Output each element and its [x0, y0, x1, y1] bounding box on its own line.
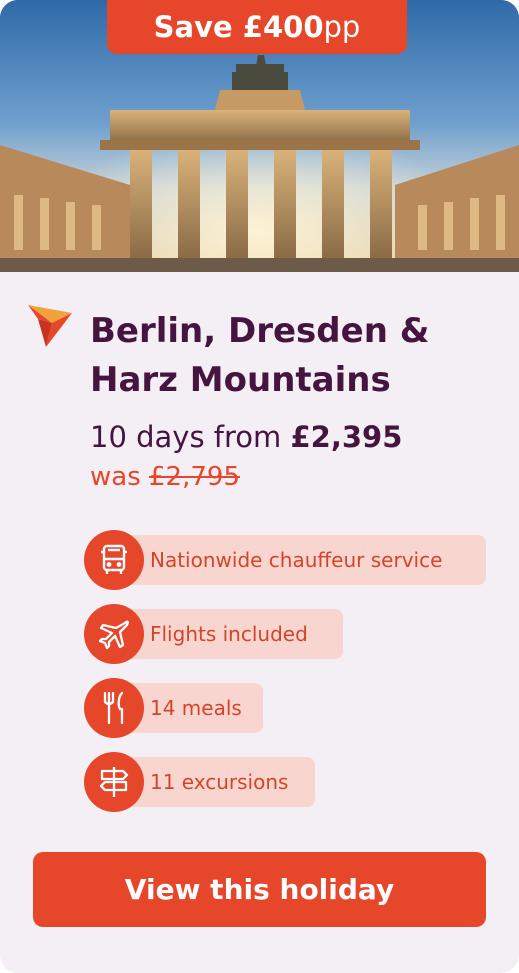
bus-icon [84, 530, 144, 590]
holiday-title-line-2: Harz Mountains [90, 360, 391, 400]
holiday-card[interactable]: Save £400 pp Berlin, Dresden & Harz Mount… [0, 0, 519, 973]
brand-logo-icon [28, 305, 72, 347]
was-price-line: was £2,795 [90, 462, 240, 492]
save-amount: Save £400 [153, 10, 324, 44]
old-price: £2,795 [149, 462, 240, 492]
signpost-icon [84, 752, 144, 812]
feature-label: Nationwide chauffeur service [150, 548, 443, 572]
price-line: 10 days from £2,395 [90, 420, 402, 454]
feature-label: 14 meals [150, 696, 242, 720]
feature-meals: 14 meals [84, 678, 264, 738]
feature-label: 11 excursions [150, 770, 289, 794]
plane-icon [84, 604, 144, 664]
cutlery-icon [84, 678, 144, 738]
save-badge: Save £400 pp [107, 0, 407, 54]
feature-label: Flights included [150, 622, 308, 646]
feature-excursions: 11 excursions [84, 752, 316, 812]
save-suffix: pp [323, 10, 361, 44]
holiday-title-line-1: Berlin, Dresden & [90, 311, 430, 351]
view-holiday-button[interactable]: View this holiday [33, 852, 486, 927]
was-label: was [90, 462, 141, 492]
holiday-title[interactable]: Berlin, Dresden & Harz Mountains [90, 307, 500, 405]
current-price: £2,395 [290, 420, 403, 454]
duration-text: 10 days from [90, 420, 282, 454]
feature-flights: Flights included [84, 604, 344, 664]
feature-chauffeur: Nationwide chauffeur service [84, 530, 486, 590]
